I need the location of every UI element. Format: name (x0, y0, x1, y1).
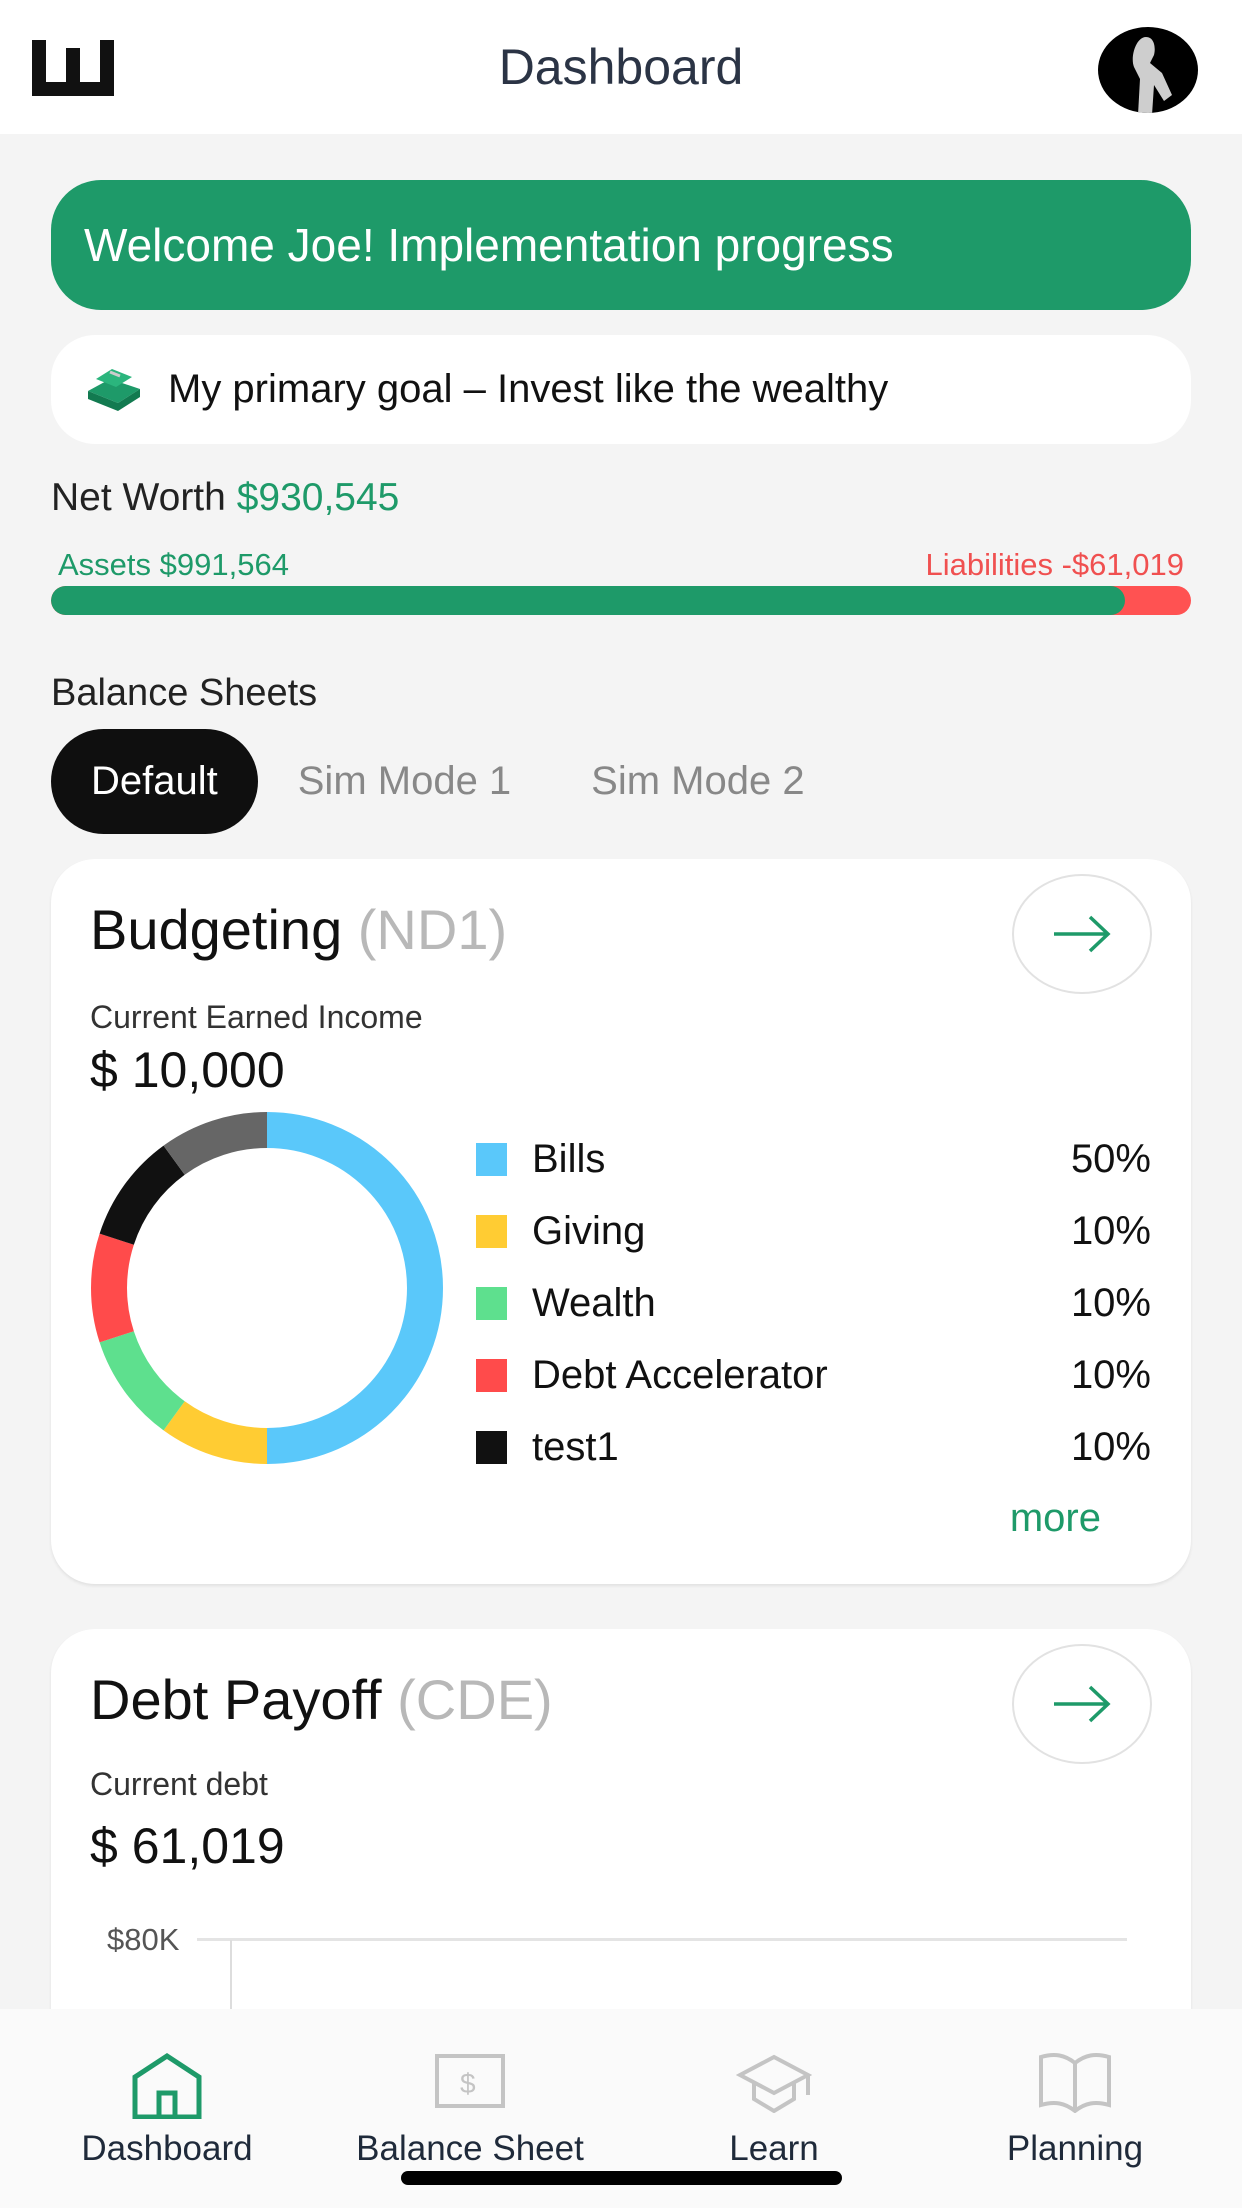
legend-item: Giving 10% (476, 1206, 1151, 1256)
money-stack-icon (88, 368, 140, 411)
budgeting-card: Budgeting (ND1) Current Earned Income $ … (51, 859, 1191, 1584)
legend-swatch (476, 1286, 507, 1320)
current-debt-value: $ 61,019 (90, 1818, 285, 1874)
gridline (197, 1938, 1127, 1941)
legend-label: test1 (532, 1424, 619, 1469)
income-value: $ 10,000 (90, 1042, 285, 1098)
income-label: Current Earned Income (90, 999, 423, 1035)
debt-title-text: Debt Payoff (90, 1668, 382, 1731)
legend-label: Debt Accelerator (532, 1352, 828, 1397)
net-worth-value: $930,545 (236, 476, 400, 519)
page-title: Dashboard (498, 39, 744, 95)
donut-slice-debt-accelerator (91, 1233, 134, 1343)
donut-slice-wealth (99, 1330, 186, 1431)
legend-percent: 10% (1070, 1352, 1151, 1397)
primary-goal-card[interactable]: My primary goal – Invest like the wealth… (51, 335, 1191, 444)
legend-swatch (476, 1214, 507, 1248)
debt-title: Debt Payoff (CDE) (90, 1667, 553, 1732)
legend-percent: 50% (1070, 1136, 1151, 1181)
assets-liabilities-bar (51, 586, 1191, 615)
implementation-progress-banner[interactable]: Welcome Joe! Implementation progress (51, 180, 1191, 310)
budgeting-title: Budgeting (ND1) (90, 897, 507, 962)
legend-percent: 10% (1070, 1424, 1151, 1469)
legend-label: Bills (532, 1136, 606, 1181)
donut-slice-giving (163, 1400, 268, 1464)
legend-swatch (476, 1358, 507, 1392)
balance-sheet-icon: $ (435, 2054, 505, 2108)
legend-swatch (476, 1430, 507, 1464)
debt-open-button[interactable] (1012, 1644, 1152, 1764)
budgeting-title-text: Budgeting (90, 898, 343, 961)
tab-default[interactable]: Default (51, 729, 258, 834)
graduation-cap-icon (736, 2054, 812, 2113)
arrow-right-icon (1054, 1685, 1111, 1723)
y-axis-tick: $80K (107, 1922, 180, 1957)
budget-donut-chart (91, 1112, 443, 1464)
avatar[interactable] (1098, 27, 1198, 113)
balance-sheets-label: Balance Sheets (51, 672, 318, 714)
top-header: Dashboard (0, 0, 1242, 134)
budgeting-code: (ND1) (357, 898, 508, 961)
debt-code: (CDE) (397, 1668, 553, 1731)
current-debt-label: Current debt (90, 1766, 268, 1802)
legend-swatch (476, 1142, 507, 1176)
legend-label: Wealth (532, 1280, 656, 1325)
budgeting-open-button[interactable] (1012, 874, 1152, 994)
more-link[interactable]: more (1010, 1496, 1101, 1541)
svg-text:$: $ (460, 2068, 476, 2099)
legend-label: Giving (532, 1208, 646, 1253)
balance-sheet-tabs: Default Sim Mode 1 Sim Mode 2 (51, 729, 845, 834)
nav-label: Balance Sheet (356, 2129, 584, 2168)
nav-label: Planning (1006, 2129, 1144, 2168)
liabilities-label: Liabilities -$61,019 (925, 547, 1184, 582)
donut-slice-bills (266, 1112, 443, 1464)
primary-goal-text: My primary goal – Invest like the wealth… (168, 367, 889, 411)
home-icon (132, 2053, 202, 2119)
legend-item: Bills 50% (476, 1134, 1151, 1184)
net-worth: Net Worth $930,545 (51, 476, 399, 520)
arrow-right-icon (1054, 915, 1111, 953)
nav-label: Dashboard (81, 2129, 253, 2168)
nav-label: Learn (729, 2129, 819, 2168)
legend-percent: 10% (1070, 1280, 1151, 1325)
legend-item: Wealth 10% (476, 1278, 1151, 1328)
assets-bar-fill (51, 586, 1125, 615)
donut-slice-test1 (99, 1145, 186, 1246)
legend-item: test1 10% (476, 1422, 1151, 1472)
donut-slice-other (163, 1112, 268, 1176)
legend-percent: 10% (1070, 1208, 1151, 1253)
book-icon (1039, 2053, 1111, 2113)
tab-sim-mode-2[interactable]: Sim Mode 2 (551, 729, 844, 834)
legend-item: Debt Accelerator 10% (476, 1350, 1151, 1400)
tab-sim-mode-1[interactable]: Sim Mode 1 (258, 729, 551, 834)
net-worth-label: Net Worth (51, 476, 226, 519)
assets-label: Assets $991,564 (58, 547, 289, 582)
home-indicator (401, 2171, 842, 2185)
